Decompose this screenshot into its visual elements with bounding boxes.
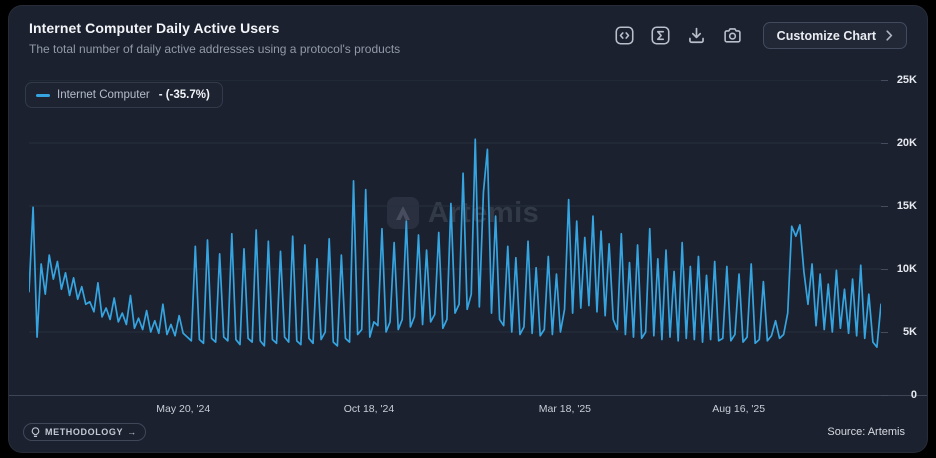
y-tick-label: 25K: [897, 74, 917, 86]
x-tick-label: May 20, '24: [156, 403, 210, 415]
embed-code-icon[interactable]: [615, 26, 635, 46]
series-color-dash: [36, 94, 50, 97]
x-tick-label: Aug 16, '25: [712, 403, 765, 415]
customize-chart-button[interactable]: Customize Chart: [763, 22, 907, 49]
y-tick-label: 0: [911, 389, 917, 401]
y-axis: 05K10K15K20K25K: [881, 80, 927, 395]
sigma-formula-icon[interactable]: [651, 26, 671, 46]
toolbar: Customize Chart: [615, 22, 907, 49]
camera-snapshot-icon[interactable]: [723, 26, 743, 46]
y-tick-mark: [881, 206, 888, 207]
y-tick-mark: [881, 332, 888, 333]
legend[interactable]: Internet Computer - (-35.7%): [25, 82, 223, 108]
y-tick-mark: [881, 269, 888, 270]
chart-svg: [29, 80, 881, 395]
x-axis: May 20, '24 Oct 18, '24 Mar 18, '25 Aug 16,…: [29, 396, 881, 420]
methodology-arrow-icon: →: [127, 427, 137, 437]
y-tick-mark: [881, 143, 888, 144]
y-tick-label: 20K: [897, 137, 917, 149]
methodology-label: METHODOLOGY: [45, 427, 123, 437]
footer: METHODOLOGY → Source: Artemis: [9, 420, 927, 444]
x-tick-label: Oct 18, '24: [344, 403, 394, 415]
source-attribution: Source: Artemis: [827, 426, 913, 438]
methodology-button[interactable]: METHODOLOGY →: [23, 423, 146, 441]
y-tick-mark: [881, 80, 888, 81]
lightbulb-icon: [30, 427, 41, 438]
chevron-right-icon: [886, 30, 893, 41]
x-tick-label: Mar 18, '25: [539, 403, 591, 415]
plot-area[interactable]: Artemis Internet Computer - (-35.7%): [29, 80, 881, 395]
page-subtitle: The total number of daily active address…: [29, 42, 400, 56]
y-tick-mark: [881, 395, 888, 396]
series-change-badge: - (-35.7%): [159, 89, 210, 101]
header-text: Internet Computer Daily Active Users The…: [29, 20, 400, 56]
chart-card: Internet Computer Daily Active Users The…: [8, 5, 928, 453]
y-tick-label: 5K: [903, 326, 917, 338]
customize-chart-label: Customize Chart: [777, 29, 876, 43]
page-title: Internet Computer Daily Active Users: [29, 20, 400, 36]
y-tick-label: 15K: [897, 200, 917, 212]
y-tick-label: 10K: [897, 263, 917, 275]
chart-zone: Artemis Internet Computer - (-35.7%) 05K…: [9, 80, 927, 395]
download-icon[interactable]: [687, 26, 707, 46]
series-label: Internet Computer: [57, 89, 150, 101]
header: Internet Computer Daily Active Users The…: [9, 20, 927, 56]
